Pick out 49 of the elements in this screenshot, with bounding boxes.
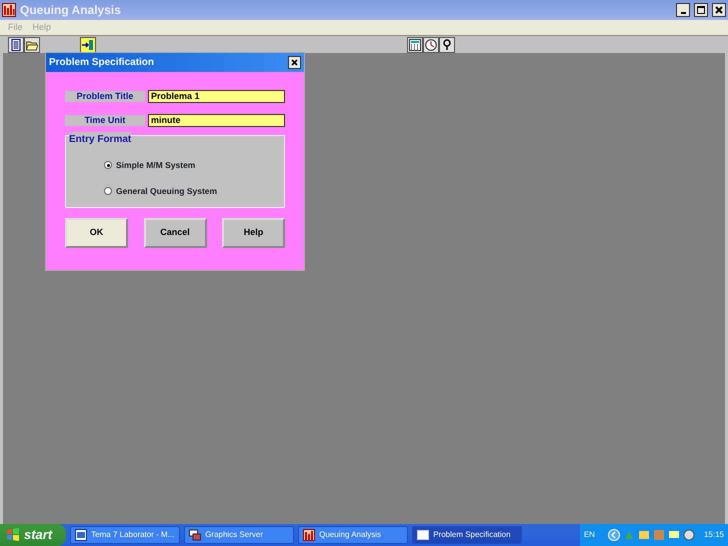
group-title: Entry Format — [69, 132, 132, 147]
app-icon — [2, 3, 16, 17]
maximize-icon — [697, 6, 705, 14]
help-button[interactable] — [439, 36, 455, 52]
radio-button[interactable] — [104, 161, 112, 170]
close-button[interactable] — [712, 3, 726, 17]
option-label: General Queuing System — [116, 184, 218, 198]
clock-icon — [425, 38, 437, 50]
app-icon — [303, 529, 316, 541]
text-field[interactable]: minute — [148, 114, 285, 127]
close-button[interactable] — [288, 56, 301, 69]
field-label: Problem Title — [65, 91, 145, 102]
calculator-icon — [409, 38, 421, 50]
window-icon — [417, 529, 430, 541]
close-icon — [291, 58, 298, 66]
window-title: Queuing Analysis — [20, 2, 121, 19]
field-label: Time Unit — [65, 115, 145, 126]
taskbar-button[interactable]: Problem Specification — [412, 526, 522, 544]
calculator-button[interactable] — [407, 36, 423, 52]
taskbar-button[interactable]: Queuing Analysis — [298, 526, 408, 544]
minimize-button[interactable] — [676, 3, 690, 17]
dialog-button[interactable]: Help — [222, 218, 285, 248]
dialog-button[interactable]: Cancel — [144, 218, 206, 248]
door-arrow-icon — [82, 38, 94, 50]
clock-button[interactable] — [423, 36, 439, 52]
folder-icon — [26, 38, 38, 50]
taskbar-button[interactable]: Tema 7 Laborator - M... — [70, 526, 180, 544]
chevron-icon[interactable] — [608, 529, 620, 541]
language-indicator[interactable]: EN — [584, 529, 595, 541]
tray-icon[interactable] — [682, 529, 695, 541]
dialog-button[interactable]: OK — [65, 218, 128, 248]
minimize-icon — [680, 12, 686, 14]
maximize-button[interactable] — [694, 3, 708, 17]
start-button[interactable]: start — [0, 524, 66, 546]
windows-logo-icon — [6, 528, 20, 542]
close-icon — [715, 6, 723, 14]
new-button[interactable] — [8, 36, 24, 52]
taskbar-button[interactable]: Graphics Server — [184, 526, 294, 544]
dialog-title: Problem Specification — [49, 56, 154, 70]
clock[interactable]: 15:15 — [704, 529, 724, 541]
window-icon — [189, 529, 202, 541]
tray-icon[interactable] — [668, 529, 680, 541]
open-button[interactable] — [24, 36, 40, 52]
radio-button[interactable] — [104, 187, 112, 196]
document-icon — [10, 38, 22, 50]
document-icon — [75, 529, 88, 541]
option-label: Simple M/M System — [116, 159, 196, 172]
exit-button[interactable] — [80, 36, 96, 52]
text-field[interactable]: Problema 1 — [148, 90, 285, 103]
